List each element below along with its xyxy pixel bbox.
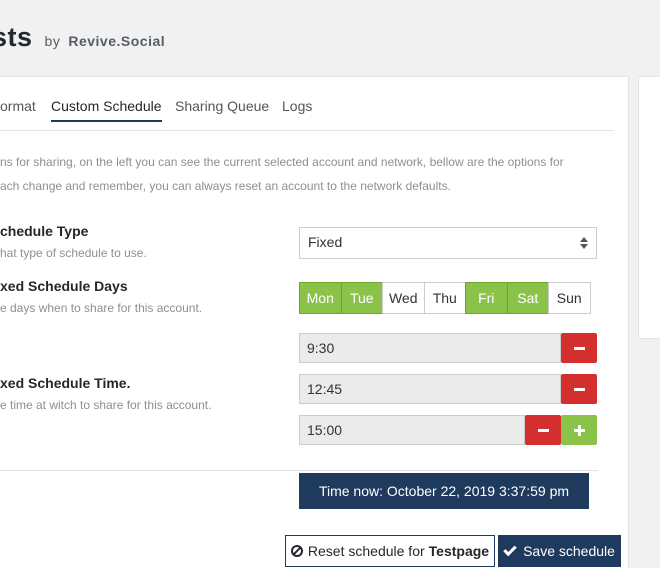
intro-line-1: ns for sharing, on the left you can see … (0, 155, 564, 169)
page-title-by: by (44, 33, 61, 49)
remove-time-button-1[interactable] (561, 333, 597, 363)
reset-label: Reset schedule for (307, 543, 425, 559)
minus-icon (573, 387, 585, 391)
day-button-wed[interactable]: Wed (382, 282, 425, 314)
intro-text: ns for sharing, on the left you can see … (0, 150, 620, 198)
schedule-type-label: chedule Type (0, 223, 89, 239)
divider (0, 470, 598, 471)
time-input-2[interactable]: 12:45 (299, 374, 561, 404)
reset-schedule-button[interactable]: Reset schedule for Testpage (285, 535, 495, 567)
minus-icon (537, 428, 549, 432)
save-schedule-button[interactable]: Save schedule (498, 535, 621, 567)
day-button-sun[interactable]: Sun (548, 282, 591, 314)
schedule-type-help: hat type of schedule to use. (0, 246, 147, 260)
remove-time-button-2[interactable] (561, 374, 597, 404)
save-label: Save schedule (523, 543, 615, 559)
day-button-thu[interactable]: Thu (423, 282, 466, 314)
remove-time-button-3[interactable] (525, 415, 561, 445)
day-button-sat[interactable]: Sat (506, 282, 549, 314)
ban-icon (290, 545, 303, 557)
check-icon (503, 542, 517, 556)
page-title-text: sts (0, 22, 33, 52)
schedule-days-label: xed Schedule Days (0, 278, 128, 294)
day-button-mon[interactable]: Mon (299, 282, 342, 314)
tab-bar: ormat Custom Schedule Sharing Queue Logs (0, 77, 614, 131)
intro-line-2: ach change and remember, you can always … (0, 179, 451, 193)
time-now-display: Time now: October 22, 2019 3:37:59 pm (299, 473, 589, 509)
schedule-type-value: Fixed (308, 234, 343, 250)
schedule-type-select[interactable]: Fixed (299, 227, 597, 259)
tab-custom-schedule[interactable]: Custom Schedule (51, 98, 162, 122)
sort-caret-icon (580, 236, 588, 250)
brand-name: Revive.Social (68, 33, 166, 49)
page-title: sts by Revive.Social (0, 22, 165, 53)
schedule-days-help: e days when to share for this account. (0, 301, 203, 315)
time-input-1[interactable]: 9:30 (299, 333, 561, 363)
schedule-time-help: e time at witch to share for this accoun… (0, 398, 212, 412)
time-input-3[interactable]: 15:00 (299, 415, 525, 445)
tab-logs[interactable]: Logs (282, 98, 312, 121)
reset-account-name: Testpage (428, 543, 490, 559)
tab-sharing-queue[interactable]: Sharing Queue (175, 98, 269, 121)
plus-icon (573, 424, 585, 436)
tab-post-format[interactable]: ormat (0, 98, 36, 121)
schedule-time-label: xed Schedule Time. (0, 375, 131, 391)
add-time-button[interactable] (561, 415, 597, 445)
day-button-tue[interactable]: Tue (340, 282, 383, 314)
day-selector: Mon Tue Wed Thu Fri Sat Sun (299, 282, 591, 314)
minus-icon (573, 346, 585, 350)
settings-panel: ormat Custom Schedule Sharing Queue Logs… (0, 76, 629, 568)
day-button-fri[interactable]: Fri (465, 282, 508, 314)
side-panel (638, 76, 660, 339)
